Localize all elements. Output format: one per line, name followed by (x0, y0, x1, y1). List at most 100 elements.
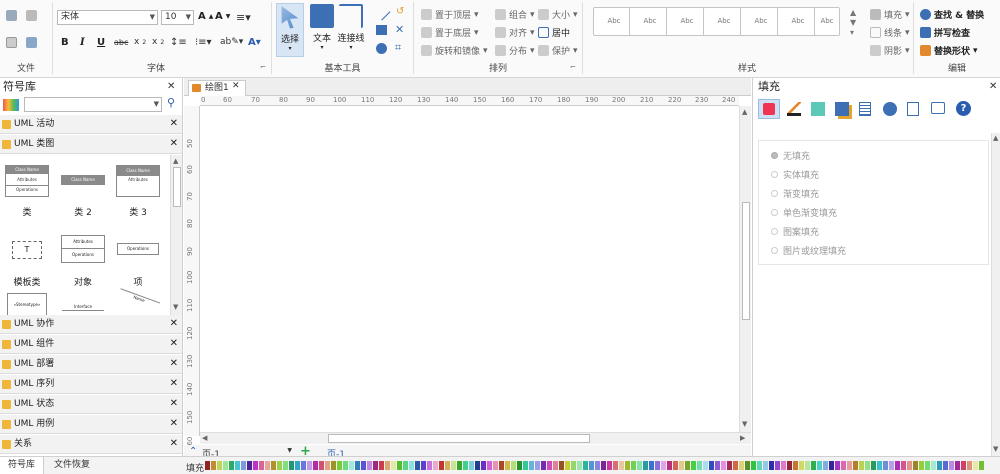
color-swatch[interactable] (919, 461, 924, 470)
color-swatch[interactable] (979, 461, 984, 470)
color-swatch[interactable] (349, 461, 354, 470)
color-swatch[interactable] (913, 461, 918, 470)
close-icon[interactable]: ✕ (170, 335, 178, 353)
bullets-icon[interactable]: ⁝≡▾ (195, 37, 212, 48)
color-swatch[interactable] (721, 461, 726, 470)
color-swatch[interactable] (343, 461, 348, 470)
style-preset-2[interactable]: Abc (629, 7, 671, 36)
color-swatch[interactable] (901, 461, 906, 470)
color-swatch[interactable] (223, 461, 228, 470)
color-swatch[interactable] (445, 461, 450, 470)
style-preset-6[interactable]: Abc (777, 7, 819, 36)
color-swatch[interactable] (703, 461, 708, 470)
drawing-canvas[interactable] (201, 107, 739, 431)
globe-link-icon[interactable] (883, 102, 897, 116)
edit-note-icon[interactable] (907, 102, 919, 116)
connector-tool-button[interactable]: 连接线 ▾ (336, 3, 366, 57)
style-preset-7[interactable]: Abc (814, 7, 840, 36)
library-search-input[interactable]: ▼ (24, 97, 162, 112)
close-icon[interactable]: ✕ (170, 395, 178, 413)
shadow-button[interactable]: 阴影 ▾ (870, 44, 910, 57)
style-gallery-scroll-icon[interactable]: ▲ ▼ ▾ (850, 8, 856, 38)
close-icon[interactable]: ✕ (170, 435, 178, 453)
color-swatch[interactable] (589, 461, 594, 470)
color-swatch[interactable] (967, 461, 972, 470)
color-swatch[interactable] (787, 461, 792, 470)
color-swatch[interactable] (769, 461, 774, 470)
color-swatch[interactable] (475, 461, 480, 470)
color-swatch[interactable] (367, 461, 372, 470)
color-swatch[interactable] (877, 461, 882, 470)
scroll-thumb[interactable] (173, 167, 181, 207)
color-swatch[interactable] (619, 461, 624, 470)
style-preset-4[interactable]: Abc (703, 7, 745, 36)
color-swatch[interactable] (397, 461, 402, 470)
color-swatch[interactable] (949, 461, 954, 470)
color-swatch[interactable] (853, 461, 858, 470)
color-swatch[interactable] (817, 461, 822, 470)
color-swatch[interactable] (493, 461, 498, 470)
color-swatch[interactable] (331, 461, 336, 470)
spell-check-button[interactable]: 拼写检查 (920, 26, 970, 39)
ellipse-tool-icon[interactable] (376, 43, 387, 54)
color-swatch[interactable] (763, 461, 768, 470)
color-swatch[interactable] (823, 461, 828, 470)
color-swatch[interactable] (469, 461, 474, 470)
color-swatch[interactable] (937, 461, 942, 470)
canvas-horizontal-scrollbar[interactable]: ◀ ▶ (200, 432, 751, 444)
shape-stereotype[interactable]: «Stereotype» (2, 293, 52, 315)
font-color-icon[interactable]: A▾ (248, 37, 261, 48)
color-swatch[interactable] (265, 461, 270, 470)
style-preset-3[interactable]: Abc (666, 7, 708, 36)
color-swatch[interactable] (841, 461, 846, 470)
style-preset-5[interactable]: Abc (740, 7, 782, 36)
color-swatch[interactable] (577, 461, 582, 470)
file-recovery-tab[interactable]: 文件恢复 (45, 457, 99, 474)
scroll-down-icon[interactable]: ▼ (993, 445, 998, 453)
color-swatch[interactable] (535, 461, 540, 470)
color-swatch[interactable] (793, 461, 798, 470)
color-swatch[interactable] (655, 461, 660, 470)
copy-icon[interactable] (6, 37, 17, 48)
close-icon[interactable]: ✕ (170, 375, 178, 393)
close-icon[interactable]: ✕ (170, 415, 178, 433)
color-swatch[interactable] (547, 461, 552, 470)
color-swatch[interactable] (895, 461, 900, 470)
color-swatch[interactable] (907, 461, 912, 470)
color-swatch[interactable] (691, 461, 696, 470)
help-icon[interactable]: ? (956, 101, 971, 116)
color-swatch[interactable] (517, 461, 522, 470)
color-swatch[interactable] (295, 461, 300, 470)
shrink-font-button[interactable]: A ▼ (215, 11, 230, 22)
category-uml-deployment[interactable]: UML 部署 ✕ (0, 355, 182, 374)
font-size-select[interactable]: 10 ▼ (161, 10, 194, 25)
color-swatch[interactable] (289, 461, 294, 470)
search-icon[interactable]: ⚲ (167, 96, 175, 109)
color-swatch[interactable] (217, 461, 222, 470)
cross-tool-icon[interactable]: ✕ (395, 23, 404, 36)
shape-class-3[interactable]: Class Name Attributes 类 3 (113, 165, 163, 218)
color-swatch[interactable] (229, 461, 234, 470)
color-swatch[interactable] (811, 461, 816, 470)
color-swatch[interactable] (739, 461, 744, 470)
color-swatch[interactable] (757, 461, 762, 470)
color-swatch[interactable] (727, 461, 732, 470)
format-painter-icon[interactable] (6, 10, 17, 21)
color-swatch[interactable] (301, 461, 306, 470)
color-swatch[interactable] (613, 461, 618, 470)
scroll-left-icon[interactable]: ◀ (202, 434, 207, 442)
color-swatch[interactable] (697, 461, 702, 470)
scroll-up-icon[interactable]: ▲ (742, 108, 747, 116)
color-swatch[interactable] (661, 461, 666, 470)
category-uml-state[interactable]: UML 状态 ✕ (0, 395, 182, 414)
shape-named-link[interactable]: Name (113, 288, 163, 315)
color-swatch[interactable] (961, 461, 966, 470)
color-swatch[interactable] (673, 461, 678, 470)
color-swatch[interactable] (775, 461, 780, 470)
color-swatch[interactable] (607, 461, 612, 470)
color-swatch[interactable] (283, 461, 288, 470)
color-swatch[interactable] (505, 461, 510, 470)
subscript-button[interactable]: x2 (134, 37, 146, 47)
category-uml-sequence[interactable]: UML 序列 ✕ (0, 375, 182, 394)
color-swatch[interactable] (325, 461, 330, 470)
